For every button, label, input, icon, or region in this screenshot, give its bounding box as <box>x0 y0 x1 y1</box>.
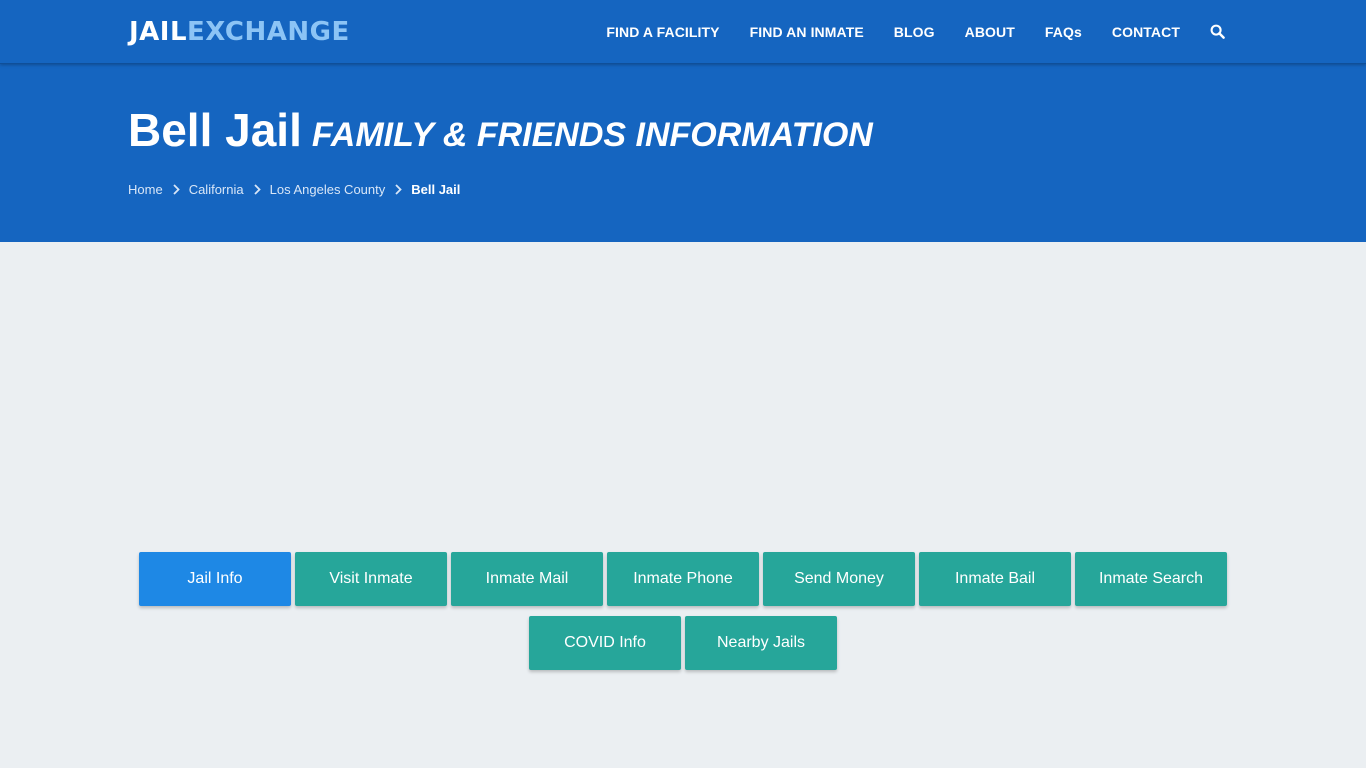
breadcrumb-state[interactable]: California <box>189 182 244 197</box>
tab-inmate-bail[interactable]: Inmate Bail <box>919 552 1071 606</box>
tab-inmate-search[interactable]: Inmate Search <box>1075 552 1227 606</box>
tab-inmate-mail[interactable]: Inmate Mail <box>451 552 603 606</box>
nav-find-facility[interactable]: FIND A FACILITY <box>606 24 719 40</box>
breadcrumb-home[interactable]: Home <box>128 182 163 197</box>
nav-contact[interactable]: CONTACT <box>1112 24 1180 40</box>
search-icon[interactable] <box>1210 24 1226 40</box>
tab-covid-info[interactable]: COVID Info <box>529 616 681 670</box>
logo-text-exchange: EXCHANGE <box>187 17 350 47</box>
chevron-right-icon <box>253 183 261 195</box>
top-navbar: JAILEXCHANGE FIND A FACILITY FIND AN INM… <box>0 0 1366 64</box>
main-nav: FIND A FACILITY FIND AN INMATE BLOG ABOU… <box>606 0 1226 64</box>
page-subtitle: FAMILY & FRIENDS INFORMATION <box>311 116 873 154</box>
tab-inmate-phone[interactable]: Inmate Phone <box>607 552 759 606</box>
info-tabs-row-2: COVID Info Nearby Jails <box>0 616 1366 670</box>
tab-nearby-jails[interactable]: Nearby Jails <box>685 616 837 670</box>
breadcrumb-current: Bell Jail <box>411 181 461 197</box>
nav-find-inmate[interactable]: FIND AN INMATE <box>750 24 864 40</box>
hero-banner: Bell Jail FAMILY & FRIENDS INFORMATION Ho… <box>0 64 1366 242</box>
page-title: Bell Jail FAMILY & FRIENDS INFORMATION <box>128 102 873 163</box>
tab-jail-info[interactable]: Jail Info <box>139 552 291 606</box>
info-tabs-row-1: Jail Info Visit Inmate Inmate Mail Inmat… <box>0 552 1366 606</box>
tab-send-money[interactable]: Send Money <box>763 552 915 606</box>
nav-faqs[interactable]: FAQs <box>1045 24 1082 40</box>
nav-about[interactable]: ABOUT <box>965 24 1015 40</box>
logo-text-jail: JAIL <box>129 17 188 47</box>
chevron-right-icon <box>395 183 403 195</box>
tab-visit-inmate[interactable]: Visit Inmate <box>295 552 447 606</box>
site-logo[interactable]: JAILEXCHANGE <box>129 16 350 48</box>
nav-blog[interactable]: BLOG <box>894 24 935 40</box>
chevron-right-icon <box>173 183 180 195</box>
breadcrumb-county[interactable]: Los Angeles County <box>270 182 386 197</box>
facility-name: Bell Jail <box>128 104 302 156</box>
breadcrumb: Home California Los Angeles County Bell … <box>128 180 460 198</box>
